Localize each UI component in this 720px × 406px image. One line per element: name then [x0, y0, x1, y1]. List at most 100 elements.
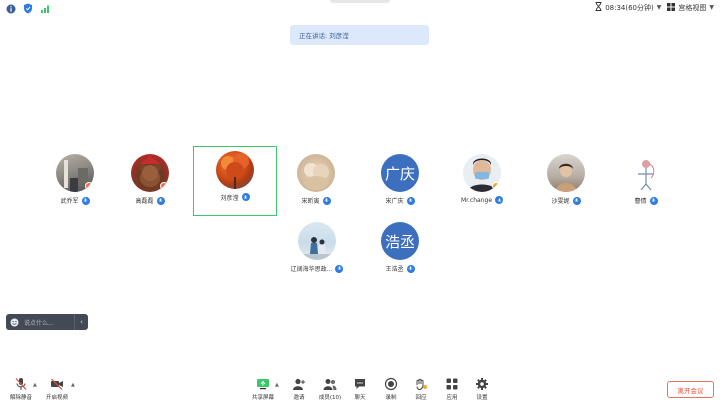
participant-name: 武乔军	[60, 198, 79, 205]
participant-name: 宋昕寅	[301, 198, 320, 205]
settings-button[interactable]: 设置	[465, 377, 499, 401]
bottom-toolbar: 解除静音 ▲ 开启视频 ▲ 共享屏幕 ▲ 邀请 成员(10) 聊天 录制 回应 …	[0, 372, 720, 406]
record-icon	[384, 377, 398, 391]
avatar	[547, 154, 585, 192]
participant-name: 高磊磊	[135, 198, 154, 205]
meeting-timer[interactable]: 08:34(60分钟) ▼	[595, 2, 661, 13]
unmute-button[interactable]: 解除静音	[4, 377, 38, 401]
avatar	[627, 154, 665, 192]
chat-bubble-icon	[355, 379, 365, 389]
chat-placeholder[interactable]: 说点什么...	[22, 318, 74, 327]
chevron-up-icon[interactable]: ▲	[275, 382, 279, 388]
participant-tile[interactable]: 辽阔海华思政...	[275, 217, 359, 279]
signal-icon[interactable]	[39, 3, 50, 14]
participant-tile[interactable]: 宋昕寅	[274, 149, 358, 211]
avatar: 浩丞	[381, 222, 419, 260]
chat-label: 聊天	[354, 395, 366, 401]
participant-name: 辽阔海华思政...	[290, 266, 333, 273]
avatar	[298, 222, 336, 260]
participant-tile[interactable]: 浩丞 王浩丞	[358, 217, 442, 279]
participant-tile-active-speaker[interactable]: 刘彦滢	[193, 146, 277, 216]
chat-button[interactable]: 聊天	[343, 377, 377, 401]
members-button[interactable]: 成员(10)	[313, 377, 347, 401]
share-screen-label: 共享屏幕	[251, 395, 274, 401]
settings-label: 设置	[476, 395, 488, 401]
start-video-label: 开启视频	[45, 395, 68, 401]
avatar	[216, 150, 254, 189]
reactions-button[interactable]: 回应	[404, 377, 438, 401]
invite-label: 邀请	[293, 395, 305, 401]
add-user-icon	[293, 378, 305, 390]
members-icon	[323, 379, 337, 390]
emoji-icon[interactable]	[6, 314, 22, 330]
participant-tile[interactable]: 曹倩	[604, 149, 688, 211]
chevron-up-icon[interactable]: ▲	[71, 382, 75, 388]
participant-name: 王浩丞	[385, 266, 404, 273]
muted-mic-icon	[335, 264, 344, 273]
apps-grid-icon	[446, 378, 458, 390]
apps-button[interactable]: 应用	[435, 377, 469, 401]
avatar: 广庆	[381, 154, 419, 192]
apps-label: 应用	[446, 395, 458, 401]
avatar	[56, 154, 94, 192]
muted-mic-icon	[649, 196, 658, 205]
participant-tile[interactable]: 广庆 宋广庆	[358, 149, 442, 211]
chevron-down-icon: ▼	[656, 4, 662, 11]
muted-mic-icon	[81, 196, 90, 205]
start-video-button[interactable]: 开启视频	[40, 377, 74, 401]
record-button[interactable]: 录制	[374, 377, 408, 401]
chat-input-box[interactable]: 说点什么... ‹	[6, 314, 88, 330]
muted-mic-icon	[15, 378, 27, 390]
unmute-label: 解除静音	[9, 395, 32, 401]
avatar	[463, 154, 501, 192]
participant-tile[interactable]: 高磊磊	[108, 149, 192, 211]
top-drag-handle[interactable]	[330, 0, 390, 3]
avatar	[297, 154, 335, 192]
muted-mic-icon	[406, 196, 415, 205]
avatar	[131, 154, 169, 192]
participant-name: 沙雯妮	[551, 198, 570, 205]
reactions-label: 回应	[415, 395, 427, 401]
members-label: 成员(10)	[318, 395, 342, 401]
grid-view-icon	[667, 2, 676, 13]
view-label: 宫格视图	[678, 3, 707, 12]
record-label: 录制	[385, 395, 397, 401]
muted-mic-icon	[406, 264, 415, 273]
participant-name: 宋广庆	[385, 198, 404, 205]
top-bar: 08:34(60分钟) ▼ 宫格视图 ▼	[0, 0, 720, 18]
muted-mic-icon	[156, 196, 165, 205]
reaction-icon	[416, 378, 427, 391]
speaking-banner: 正在讲话: 刘彦滢	[290, 25, 429, 45]
participant-tile[interactable]: 武乔军	[33, 149, 117, 211]
info-icon[interactable]	[5, 3, 16, 14]
timer-text: 08:34(60分钟)	[605, 3, 654, 12]
meeting-status-icons	[5, 3, 50, 14]
muted-mic-icon	[495, 196, 504, 204]
participant-name: 曹倩	[634, 198, 647, 205]
video-off-icon	[51, 378, 63, 390]
status-flag	[85, 182, 93, 190]
status-flag	[160, 182, 168, 190]
share-screen-icon	[257, 379, 269, 390]
status-flag	[492, 182, 500, 190]
shield-icon[interactable]	[22, 3, 33, 14]
invite-button[interactable]: 邀请	[282, 377, 316, 401]
avatar-initials: 广庆	[384, 164, 415, 183]
view-switcher[interactable]: 宫格视图 ▼	[667, 2, 714, 13]
participant-name: Mr.change	[460, 196, 493, 204]
leave-meeting-button[interactable]: 离开会议	[667, 381, 714, 398]
chevron-up-icon[interactable]: ▲	[33, 382, 37, 388]
muted-mic-icon	[572, 196, 581, 205]
muted-mic-icon	[322, 196, 331, 205]
share-screen-button[interactable]: 共享屏幕	[246, 377, 280, 401]
speaking-mic-icon	[241, 193, 250, 201]
participant-tile[interactable]: 沙雯妮	[524, 149, 608, 211]
chevron-down-icon: ▼	[709, 4, 714, 11]
participant-name: 刘彦滢	[220, 194, 239, 202]
collapse-chat-icon[interactable]: ‹	[74, 314, 88, 330]
hourglass-icon	[595, 2, 602, 13]
participant-tile[interactable]: Mr.change	[440, 149, 524, 211]
gear-icon	[476, 378, 488, 390]
avatar-initials: 浩丞	[384, 232, 415, 251]
speaking-banner-text: 正在讲话: 刘彦滢	[299, 32, 349, 40]
